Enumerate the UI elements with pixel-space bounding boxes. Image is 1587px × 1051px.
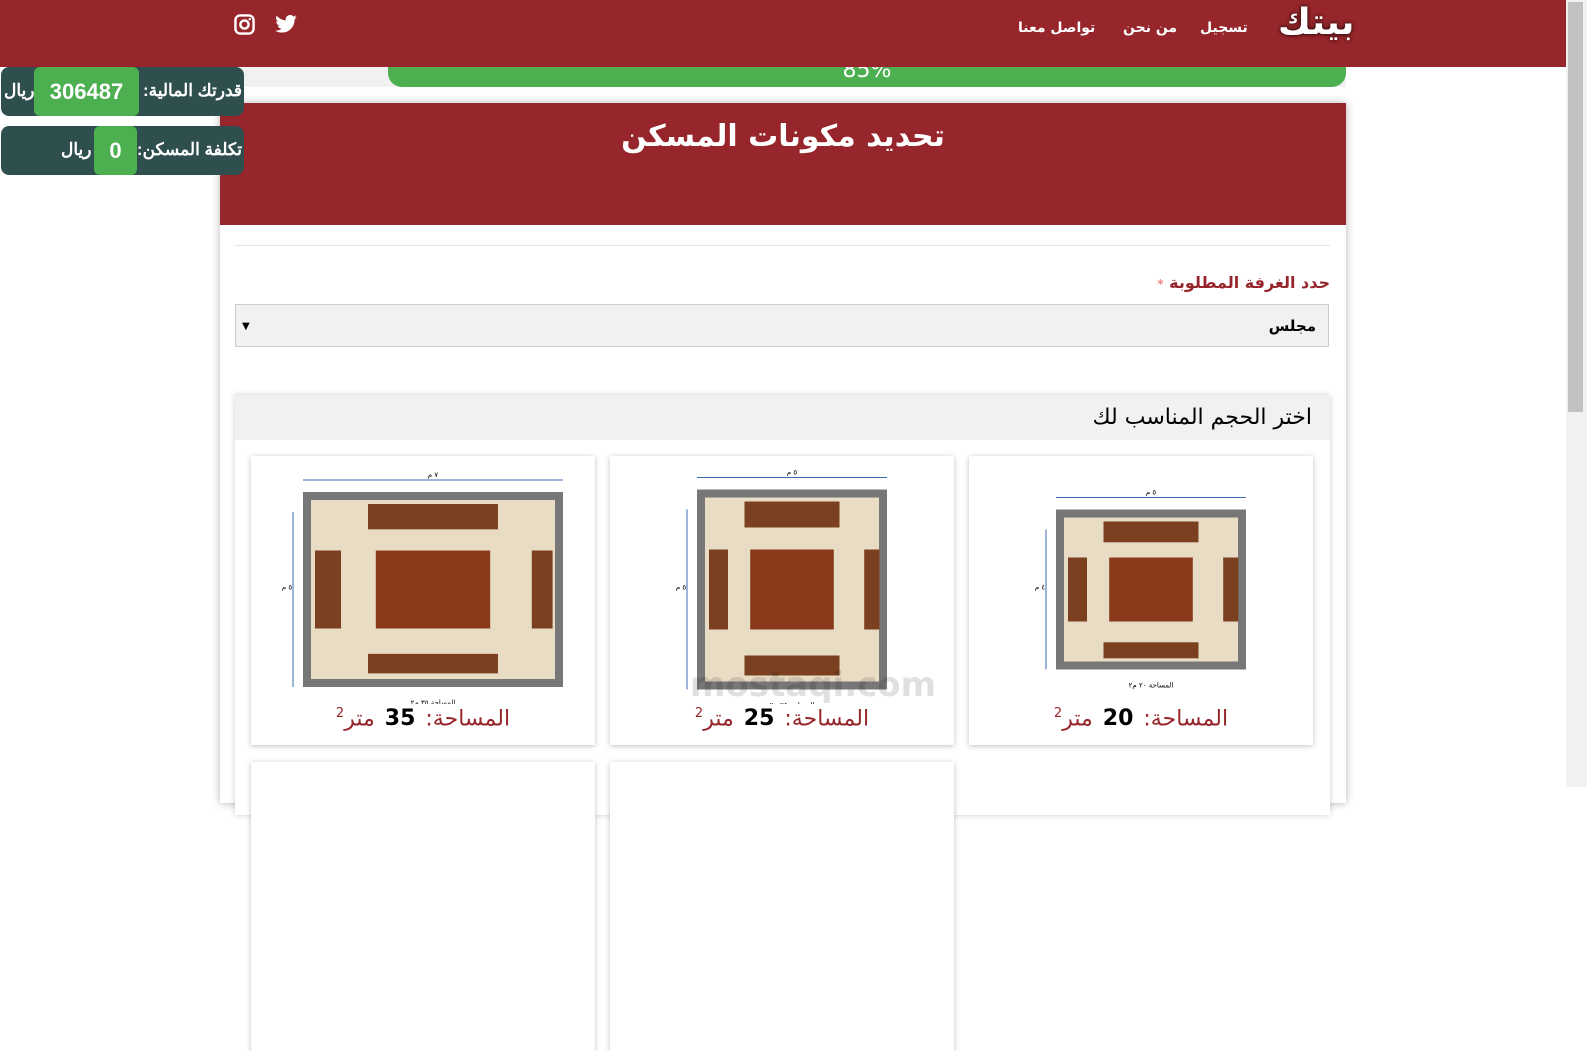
room-select-value: مجلس [1268, 317, 1316, 335]
size-option-card[interactable]: ٧ م ٥ م المساحة ٣٥ م٢ المساحة: 35 متر2 [251, 456, 595, 745]
page-title: تحديد مكونات المسكن [220, 103, 1346, 225]
area-label: المساحة: 20 متر2 [969, 706, 1313, 731]
logo[interactable]: بيتك [1278, 2, 1354, 43]
currency-label: ريال [4, 81, 35, 100]
room-select[interactable]: مجلس ▼ [235, 304, 1329, 347]
floor-plan-image: ٧ م ٥ م المساحة ٣٥ م٢ [282, 471, 563, 704]
plan-width: ٥ م [1146, 489, 1157, 497]
housing-cost-label: تكلفة المسكن: [136, 140, 242, 159]
area-text: المساحة: [784, 706, 870, 732]
financial-ability-value: 306487 [34, 67, 139, 116]
twitter-icon[interactable] [275, 14, 297, 38]
unit: متر [1062, 706, 1093, 732]
nav-about[interactable]: من نحن [1123, 20, 1177, 36]
unit: متر [344, 706, 375, 732]
size-option-card[interactable] [610, 762, 954, 1051]
unit-sup: 2 [694, 706, 704, 721]
floor-plan-image: ٥ م ٤ م المساحة ٢٠ م٢ [1035, 489, 1246, 690]
housing-cost-value: 0 [94, 126, 137, 175]
scrollbar-thumb[interactable] [1568, 2, 1583, 412]
area-value: 20 [1102, 706, 1134, 732]
plan-depth: ٤ م [1035, 584, 1046, 592]
room-label: حدد الغرفة المطلوبة * [1157, 273, 1330, 292]
plan-caption: المساحة ٢٠ م٢ [1129, 682, 1174, 690]
plan-width: ٧ م [428, 471, 439, 479]
nav-contact[interactable]: تواصل معنا [1018, 20, 1095, 36]
nav-register[interactable]: تسجيل [1200, 20, 1248, 36]
area-text: المساحة: [1143, 706, 1229, 732]
area-value: 25 [743, 706, 775, 732]
unit-sup: 2 [1053, 706, 1063, 721]
top-navbar: بيتك تسجيل من نحن تواصل معنا [0, 0, 1566, 67]
size-option-card[interactable]: ٥ م ٤ م المساحة ٢٠ م٢ المساحة: 20 متر2 [969, 456, 1313, 745]
unit: متر [703, 706, 734, 732]
divider [235, 245, 1330, 246]
plan-caption: المساحة ٣٥ م٢ [411, 699, 456, 704]
size-option-card[interactable] [251, 762, 595, 1051]
instagram-icon[interactable] [234, 14, 255, 40]
unit-sup: 2 [335, 706, 345, 721]
dropdown-arrow-icon: ▼ [242, 321, 250, 332]
area-label: المساحة: 25 متر2 [610, 706, 954, 731]
plan-depth: ٥ م [282, 584, 293, 592]
area-value: 35 [384, 706, 416, 732]
financial-ability-label: قدرتك المالية: [142, 81, 242, 100]
housing-cost-box: تكلفة المسكن: 0 ريال [1, 126, 244, 175]
watermark: mostaqi.com [690, 665, 937, 705]
room-label-text: حدد الغرفة المطلوبة [1169, 273, 1330, 292]
plan-depth: ٥ م [676, 584, 687, 592]
financial-ability-box: قدرتك المالية: 306487 ريال [1, 67, 244, 116]
area-text: المساحة: [425, 706, 511, 732]
plan-width: ٥ م [787, 469, 798, 477]
required-mark: * [1157, 277, 1164, 291]
size-panel-title: اختر الحجم المناسب لك [235, 395, 1330, 440]
currency-label: ريال [61, 140, 92, 159]
area-label: المساحة: 35 متر2 [251, 706, 595, 731]
